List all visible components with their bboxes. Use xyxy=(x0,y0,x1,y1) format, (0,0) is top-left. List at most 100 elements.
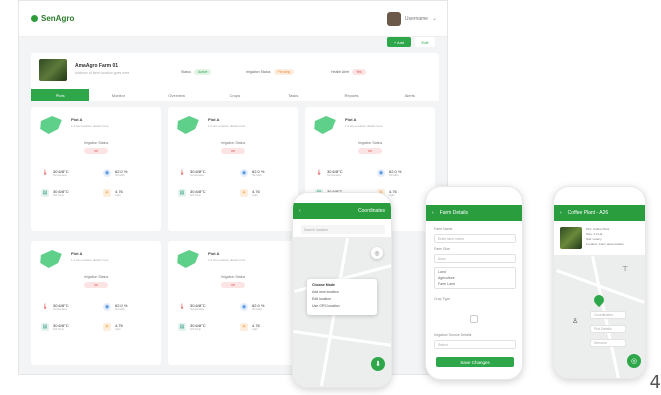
metric-value: 62.0 % xyxy=(115,168,128,174)
avatar xyxy=(386,11,401,26)
field-label: Farm Name xyxy=(434,227,453,231)
droplet-icon: ◉ xyxy=(377,169,385,177)
phone-header: ‹ Coordinates xyxy=(293,203,391,219)
metric-label: Humidity xyxy=(389,173,399,177)
droplet-icon: ◉ xyxy=(240,169,248,177)
tab-monitor[interactable]: Monitor xyxy=(89,89,147,101)
phone-coordinates: ‹ Coordinates Search location ◎ Choose M… xyxy=(292,192,392,388)
irrigation-label: Irrigation Status xyxy=(220,141,246,145)
metric-label: Light xyxy=(389,193,395,197)
irrigation-label: Irrigation Status xyxy=(357,141,383,145)
person-icon: ♙ xyxy=(572,318,579,325)
metric-value: 4.76 xyxy=(115,322,123,328)
sensors-button[interactable]: Sensors xyxy=(590,339,626,347)
user-menu[interactable]: Username ⌄ xyxy=(386,11,437,26)
search-input[interactable]: Search location xyxy=(301,225,385,234)
app-logo[interactable]: SenAgro xyxy=(31,14,74,23)
metric-value: 30.6/8°C xyxy=(53,168,69,174)
locate-fab[interactable]: ◎ xyxy=(627,354,641,368)
humidity-metric: ◉ 62.0 % Humidity xyxy=(103,303,127,311)
popup-option-gps[interactable]: Use GPS location xyxy=(312,304,372,308)
temperature-metric: 🌡 30.6/8°C Temperature xyxy=(41,303,69,311)
plot-card[interactable]: Plot A 1.2 Ha Location details here Irri… xyxy=(31,241,161,365)
stat-label: Health Alert xyxy=(331,70,350,74)
map-view[interactable]: ⊤ ♙ Coordinates Plot Details Sensors ◎ xyxy=(554,255,645,378)
tab-overview[interactable]: Overview xyxy=(148,89,206,101)
plot-map-shape xyxy=(40,116,62,134)
top-bar: SenAgro Username ⌄ xyxy=(19,1,447,37)
metric-label: Soil Temp xyxy=(190,193,201,197)
dropdown-option[interactable]: Agriculture xyxy=(438,276,512,280)
dropdown-option[interactable]: Farm Land xyxy=(438,282,512,286)
plot-title: Plot A xyxy=(208,117,220,122)
section-tabs: Plots Monitor Overview Crops Tasks Repor… xyxy=(31,89,439,101)
thermometer-icon: 🌡 xyxy=(315,170,323,176)
metric-value: 30.6/8°C xyxy=(53,322,69,328)
metric-label: Temperature xyxy=(53,307,68,311)
irrigation-label: Irrigation Status xyxy=(83,141,109,145)
sun-icon: ☀ xyxy=(103,189,111,197)
phone-farm-details: ‹ Farm Details Farm Name Enter farm name… xyxy=(425,186,523,380)
soil-metric: ▤ 30.6/8°C Soil Temp xyxy=(178,189,206,197)
tab-crops[interactable]: Crops xyxy=(206,89,264,101)
back-icon[interactable]: ‹ xyxy=(432,210,434,216)
tab-alerts[interactable]: Alerts xyxy=(381,89,439,101)
tab-plots[interactable]: Plots xyxy=(31,89,90,101)
metric-value: 4.76 xyxy=(252,322,260,328)
land-type-dropdown[interactable]: Land Agriculture Farm Land xyxy=(434,267,516,289)
irrigation-badge: Off xyxy=(84,282,108,288)
back-icon[interactable]: ‹ xyxy=(560,210,562,216)
tab-reports[interactable]: Reports xyxy=(322,89,380,101)
back-icon[interactable]: ‹ xyxy=(299,208,301,214)
metric-label: Humidity xyxy=(252,307,262,311)
popup-option-add[interactable]: Add new location xyxy=(312,290,372,294)
soil-metric: ▤ 30.6/8°C Soil Temp xyxy=(41,189,69,197)
plot-map-shape xyxy=(177,116,199,134)
temperature-metric: 🌡 30.6/8°C Temperature xyxy=(315,169,343,177)
soil-icon: ▤ xyxy=(178,323,186,331)
metric-label: Temperature xyxy=(53,173,68,177)
sun-icon: ☀ xyxy=(240,323,248,331)
light-metric: ☀ 4.76 Light xyxy=(240,189,260,197)
popup-option-edit[interactable]: Edit location xyxy=(312,297,372,301)
metric-label: Humidity xyxy=(252,173,262,177)
plot-card[interactable]: Plot A 1.2 Ha Location details here Irri… xyxy=(168,107,298,231)
showcase-stage: SenAgro Username ⌄ + Add Edit AmaAgro Fa… xyxy=(0,0,661,395)
tab-tasks[interactable]: Tasks xyxy=(264,89,322,101)
coordinates-button[interactable]: Coordinates xyxy=(590,311,626,319)
humidity-metric: ◉ 62.0 % Humidity xyxy=(240,303,264,311)
dropdown-option[interactable]: Land xyxy=(438,270,512,274)
soil-metric: ▤ 30.6/8°C Soil Temp xyxy=(41,323,69,331)
metric-value: 62.0 % xyxy=(252,302,265,308)
locate-icon[interactable]: ◎ xyxy=(371,247,383,259)
farm-name: AmaAgro Farm 01 xyxy=(75,63,119,69)
plot-card[interactable]: Plot A 1.2 Ha Location details here Irri… xyxy=(31,107,161,231)
plot-details-button[interactable]: Plot Details xyxy=(590,325,626,333)
farm-thumbnail xyxy=(39,59,67,81)
sun-icon: ☀ xyxy=(103,323,111,331)
save-button[interactable]: Save Changes xyxy=(436,357,514,367)
phone-title: Coordinates xyxy=(358,208,385,214)
map-view[interactable]: ◎ Choose Mode Add new location Edit loca… xyxy=(293,237,391,387)
metric-value: 30.6/8°C xyxy=(53,302,69,308)
metric-value: 62.0 % xyxy=(115,302,128,308)
plot-card[interactable]: Plot A 1.2 Ha Location details here Irri… xyxy=(168,241,298,365)
irrigation-source-field[interactable]: Select xyxy=(434,340,516,349)
irrigation-badge: Off xyxy=(221,282,245,288)
soil-metric: ▤ 30.6/8°C Soil Temp xyxy=(178,323,206,331)
metric-label: Soil Temp xyxy=(53,193,64,197)
thermometer-icon: 🌡 xyxy=(41,304,49,310)
farm-size-field[interactable]: Area xyxy=(434,254,516,263)
plot-subtitle: 1.2 Ha Location details here xyxy=(71,258,109,262)
add-button[interactable]: + Add xyxy=(387,37,411,47)
plot-title: Plot A xyxy=(71,251,83,256)
farm-address: Address of farm location goes here xyxy=(75,71,130,75)
farm-status: Status Active xyxy=(181,69,212,75)
edit-button[interactable]: Edit xyxy=(415,37,435,47)
popup-title: Choose Mode xyxy=(312,283,335,287)
crop-checkbox[interactable] xyxy=(470,315,478,323)
confirm-fab[interactable]: ⬇ xyxy=(371,357,385,371)
farm-name-field[interactable]: Enter farm name xyxy=(434,234,516,243)
metric-label: Light xyxy=(115,193,121,197)
droplet-icon: ◉ xyxy=(240,303,248,311)
